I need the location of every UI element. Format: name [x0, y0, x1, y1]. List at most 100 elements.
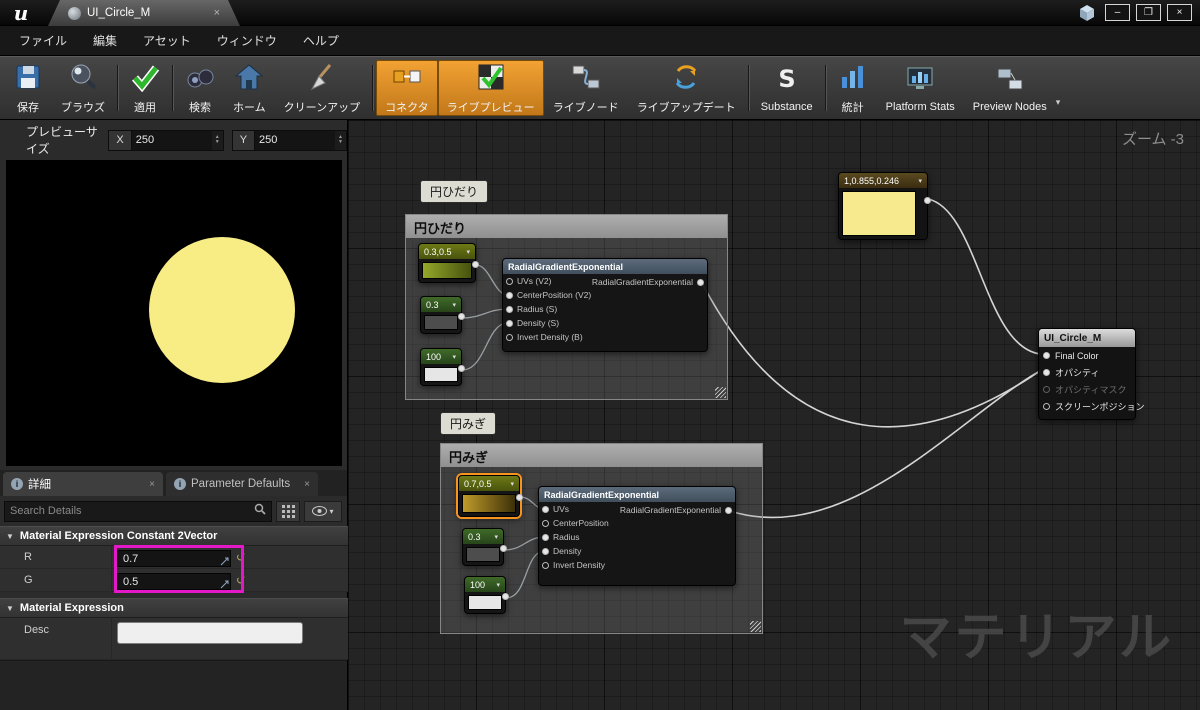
apply-button[interactable]: 適用: [121, 60, 169, 116]
view-options-button[interactable]: ▾: [304, 500, 342, 522]
close-button[interactable]: ×: [1167, 4, 1192, 21]
output-pin[interactable]: [472, 261, 479, 268]
tab-parameter-defaults[interactable]: i Parameter Defaults ×: [166, 472, 318, 496]
preview-nodes-caret[interactable]: ▾: [1056, 60, 1065, 116]
property-matrix-button[interactable]: [276, 500, 300, 522]
grid-icon: [281, 504, 295, 518]
input-pin-radius[interactable]: [542, 533, 549, 541]
node-constant-density-right[interactable]: 100 ▾: [464, 576, 509, 614]
material-graph-canvas[interactable]: ズーム -3 円ひだり 円みぎ 円ひだり 円みぎ 0.3,0.5 ▾ 0.3 ▾ 1…: [348, 120, 1200, 710]
menu-edit[interactable]: 編集: [80, 32, 130, 49]
live-preview-toggle[interactable]: ライブプレビュー: [437, 60, 544, 116]
resize-handle[interactable]: [715, 387, 726, 398]
input-pin-final-color[interactable]: [1043, 352, 1050, 359]
menu-asset[interactable]: アセット: [130, 32, 204, 49]
input-pin-uvs[interactable]: [542, 505, 549, 513]
tab-close-icon[interactable]: ×: [214, 7, 220, 19]
output-pin[interactable]: [697, 278, 704, 286]
material-preview-viewport[interactable]: [6, 160, 342, 466]
layout-cube-icon[interactable]: [1078, 4, 1096, 27]
input-pin-uvs[interactable]: [506, 277, 513, 285]
node-constant-density-left[interactable]: 100 ▾: [420, 348, 465, 386]
stats-button[interactable]: 統計: [829, 60, 877, 116]
output-pin[interactable]: [458, 365, 465, 372]
connectors-toggle[interactable]: コネクタ: [376, 60, 438, 116]
node-radialgradientexponential-right[interactable]: RadialGradientExponential UVs CenterPosi…: [538, 486, 736, 586]
input-pin-density[interactable]: [506, 319, 513, 327]
node-constant-radius-right[interactable]: 0.3 ▾: [462, 528, 507, 566]
comment-bubble-left[interactable]: 円ひだり: [420, 180, 489, 203]
drag-handle-icon[interactable]: [220, 553, 229, 571]
input-pin-radius[interactable]: [506, 305, 513, 313]
save-button[interactable]: 保存: [4, 60, 52, 116]
input-pin-screen-position[interactable]: [1043, 403, 1050, 410]
chevron-down-icon: ▾: [1055, 97, 1061, 107]
home-button[interactable]: ホーム: [224, 60, 275, 116]
y-axis-label: Y: [232, 130, 256, 150]
input-pin-centerposition[interactable]: [542, 519, 549, 527]
node-radialgradientexponential-left[interactable]: RadialGradientExponential UVs (V2) Cente…: [502, 258, 708, 352]
live-update-button[interactable]: ライブアップデート: [628, 60, 745, 116]
color-swatch: [462, 494, 516, 513]
search-input[interactable]: [10, 505, 254, 517]
chevron-down-icon: ▾: [466, 248, 470, 256]
substance-button[interactable]: S Substance: [752, 60, 822, 116]
platform-stats-button[interactable]: Platform Stats: [877, 60, 964, 116]
output-pin[interactable]: [502, 593, 509, 600]
input-pin-opacity-mask[interactable]: [1043, 386, 1050, 393]
input-pin-centerposition[interactable]: [506, 291, 513, 299]
node-body: [839, 189, 927, 239]
input-pin-opacity[interactable]: [1043, 369, 1050, 376]
tab-close-icon[interactable]: ×: [149, 479, 155, 490]
menu-window[interactable]: ウィンドウ: [204, 32, 290, 49]
property-row-desc: Desc: [0, 618, 348, 660]
x-spinner[interactable]: ▲ ▼: [212, 135, 223, 145]
r-value-input[interactable]: [117, 550, 231, 567]
search-box: [4, 500, 272, 522]
drag-handle-icon[interactable]: [220, 576, 229, 594]
preview-y-input[interactable]: [255, 130, 336, 150]
resize-handle[interactable]: [750, 621, 761, 632]
comment-bubble-right[interactable]: 円みぎ: [440, 412, 497, 435]
asset-tab[interactable]: UI_Circle_M ×: [48, 0, 240, 26]
node-material-output[interactable]: UI_Circle_M Final Color オパシティ オパシティマスク ス…: [1038, 328, 1145, 420]
output-pin[interactable]: [725, 506, 732, 514]
comment-header[interactable]: 円みぎ: [441, 444, 762, 467]
menu-file[interactable]: ファイル: [6, 32, 80, 49]
node-constant-radius-left[interactable]: 0.3 ▾: [420, 296, 465, 334]
y-spinner[interactable]: ▲ ▼: [335, 135, 346, 145]
comment-header[interactable]: 円ひだり: [406, 215, 727, 238]
substance-icon: S: [772, 64, 802, 99]
desc-input[interactable]: [117, 622, 303, 644]
node-constant2vector-left[interactable]: 0.3,0.5 ▾: [418, 243, 479, 283]
chevron-down-icon: ▾: [452, 301, 456, 309]
output-pin[interactable]: [516, 494, 523, 501]
node-constant3vector-color[interactable]: 1,0.855,0.246 ▾: [838, 172, 931, 240]
toolbar-separator: [372, 65, 374, 111]
cleanup-button[interactable]: クリーンアップ: [275, 60, 369, 116]
section-material-expression[interactable]: ▼ Material Expression: [0, 598, 348, 618]
input-pin-invertdensity[interactable]: [506, 333, 513, 341]
input-pin-density[interactable]: [542, 547, 549, 555]
reset-to-default-icon[interactable]: ↺: [236, 551, 245, 564]
maximize-button[interactable]: ❐: [1136, 4, 1161, 21]
search-button[interactable]: 検索: [176, 60, 224, 116]
output-pin[interactable]: [458, 313, 465, 320]
input-pin-invertdensity[interactable]: [542, 561, 549, 569]
output-pin[interactable]: [500, 545, 507, 552]
output-pin[interactable]: [924, 197, 931, 204]
minimize-button[interactable]: –: [1105, 4, 1130, 21]
binoculars-icon: [185, 62, 215, 97]
reset-to-default-icon[interactable]: ↺: [236, 574, 245, 587]
tab-close-icon[interactable]: ×: [304, 479, 310, 490]
browse-button[interactable]: ブラウズ: [52, 60, 114, 116]
section-const2vector[interactable]: ▼ Material Expression Constant 2Vector: [0, 526, 348, 546]
node-constant2vector-right-selected[interactable]: 0.7,0.5 ▾: [458, 475, 523, 517]
preview-x-input[interactable]: [131, 130, 212, 150]
live-nodes-button[interactable]: ライブノード: [544, 60, 628, 116]
g-value-input[interactable]: [117, 573, 231, 590]
tab-details[interactable]: i 詳細 ×: [3, 472, 163, 496]
toolbar-separator: [172, 65, 173, 111]
preview-nodes-button[interactable]: Preview Nodes: [964, 60, 1056, 116]
menu-help[interactable]: ヘルプ: [290, 32, 352, 49]
